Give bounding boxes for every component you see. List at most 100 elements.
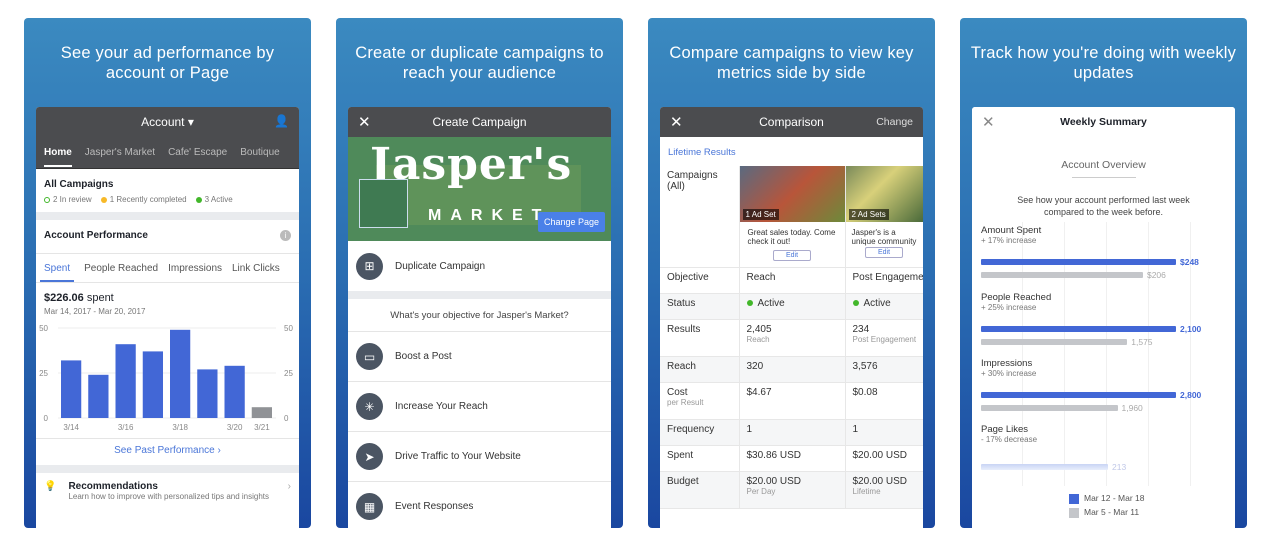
- previous-value: 1,575: [1131, 337, 1153, 347]
- current-value: $248: [1180, 257, 1199, 267]
- user-icon[interactable]: 👤: [274, 114, 289, 128]
- metric-name: People Reached: [981, 292, 1052, 303]
- campaign-card[interactable]: 1 Ad Set Great sales today. Come check it…: [739, 166, 846, 268]
- nav-bar: ✕ Comparison Change: [660, 107, 923, 137]
- objective-question: What's your objective for Jasper's Marke…: [348, 299, 611, 332]
- nav-bar: ✕ Create Campaign: [348, 107, 611, 137]
- previous-value: 1,960: [1121, 403, 1143, 413]
- see-past-performance-link[interactable]: See Past Performance ›: [36, 438, 299, 473]
- tab-spent[interactable]: Spent: [40, 255, 75, 282]
- bar-row: 2,800: [981, 390, 1226, 400]
- bar-row: 1,575: [981, 337, 1226, 347]
- tab-boutique[interactable]: Boutique: [240, 147, 279, 158]
- objective-event-responses[interactable]: ▦ Event Responses: [348, 482, 611, 528]
- campaign-card[interactable]: 2 Ad Sets Jasper's is a unique community …: [845, 166, 923, 268]
- comparison-row: Spent $30.86 USD $20.00 USD: [660, 445, 923, 472]
- tab-people-reached[interactable]: People Reached: [84, 263, 158, 274]
- info-icon[interactable]: i: [280, 230, 291, 241]
- campaign-b-value: $0.08: [845, 382, 923, 420]
- metric-change: + 30% increase: [981, 369, 1037, 378]
- row-label: Frequency: [660, 419, 740, 446]
- headline: Compare campaigns to view key metrics si…: [669, 44, 914, 82]
- comparison-row: Results 2,405 Reach 234 Post Engagement: [660, 319, 923, 357]
- active-dot-icon: [852, 300, 859, 307]
- lifetime-results-link[interactable]: Lifetime Results: [660, 137, 923, 166]
- recommendations-row[interactable]: 💡 Recommendations Learn how to improve wi…: [36, 473, 299, 509]
- edit-button[interactable]: Edit: [864, 247, 904, 258]
- page-cover-banner: Jasper's MARKET Change Page: [348, 137, 611, 241]
- campaigns-row: Campaigns (All) 1 Ad Set Great sales toda…: [660, 166, 923, 268]
- metric-block: Page Likes - 17% decrease 213: [981, 420, 1226, 486]
- duplicate-campaign-row[interactable]: ⊞ Duplicate Campaign: [348, 241, 611, 299]
- change-page-button[interactable]: Change Page: [537, 212, 605, 232]
- intro-text: See how your account performed last week…: [1017, 195, 1190, 217]
- page-tabs: Home Jasper's Market Cafe' Escape Boutiq…: [36, 137, 299, 169]
- nav-title: Comparison: [759, 115, 824, 129]
- dot-icon: [195, 196, 202, 203]
- headline: Create or duplicate campaigns to reach y…: [355, 44, 604, 82]
- recommendations-text: Learn how to improve with personalized t…: [68, 492, 270, 501]
- phone-screen: ✕ Comparison Change Lifetime Results Campa…: [660, 107, 923, 528]
- campaign-b-value: 234 Post Engagement: [845, 319, 923, 357]
- row-label: Campaigns (All): [660, 166, 740, 268]
- tab-impressions[interactable]: Impressions: [168, 263, 222, 274]
- account-dropdown[interactable]: Account ▾: [141, 115, 194, 129]
- status-in-review: 2 In review: [44, 195, 92, 204]
- y-tick-label-right: 25: [284, 369, 293, 378]
- y-tick-label-right: 0: [284, 414, 289, 423]
- comparison-row: Cost per Result $4.67 $0.08: [660, 382, 923, 420]
- row-label: Objective: [660, 267, 740, 294]
- y-tick-label-left: 0: [44, 414, 49, 423]
- lightbulb-icon: 💡: [44, 481, 57, 492]
- campaign-statuses: 2 In review 1 Recently completed 3 Activ…: [44, 195, 291, 204]
- tab-cafe-escape[interactable]: Cafe' Escape: [168, 147, 227, 158]
- bar-3/17: [142, 351, 163, 418]
- objective-increase-reach[interactable]: ✳ Increase Your Reach: [348, 382, 611, 432]
- change-button[interactable]: Change: [876, 116, 913, 128]
- see-past-label[interactable]: See Past Performance ›: [114, 445, 221, 456]
- date-range: Mar 14, 2017 - Mar 20, 2017: [44, 307, 146, 316]
- edit-button[interactable]: Edit: [772, 250, 812, 261]
- tab-link-clicks[interactable]: Link Clicks: [232, 263, 280, 274]
- x-tick-label: 3/21: [254, 423, 270, 432]
- comparison-row: Objective Reach Post Engagement: [660, 267, 923, 294]
- close-icon[interactable]: ✕: [670, 113, 683, 131]
- y-tick-label-right: 50: [284, 324, 293, 333]
- cursor-icon: ➤: [356, 443, 383, 470]
- previous-week-bar: [981, 272, 1143, 278]
- close-icon[interactable]: ✕: [358, 113, 371, 131]
- tab-home[interactable]: Home: [44, 138, 72, 167]
- nav-title: Weekly Summary: [1060, 116, 1147, 128]
- headline: Track how you're doing with weekly updat…: [970, 44, 1237, 82]
- bar-row: 213: [981, 462, 1226, 472]
- tab-jaspers-market[interactable]: Jasper's Market: [85, 147, 155, 158]
- campaign-b-value: $20.00 USD Lifetime: [845, 471, 923, 509]
- legend-label: Mar 12 - Mar 18: [1084, 493, 1145, 503]
- objective-label: Drive Traffic to Your Website: [395, 451, 521, 462]
- objective-boost-post[interactable]: ▭ Boost a Post: [348, 332, 611, 382]
- metric-change: + 25% increase: [981, 303, 1037, 312]
- row-label: Cost per Result: [660, 382, 740, 420]
- spent-bar-chart: 0 0 25 25 50 50 3/14 3/16 3/18 3/20 3/21: [39, 324, 293, 432]
- nav-bar: Account ▾ 👤: [36, 107, 299, 137]
- campaign-a-value: 320: [739, 356, 846, 383]
- metric-name: Page Likes: [981, 424, 1029, 435]
- comparison-table: Campaigns (All) 1 Ad Set Great sales toda…: [660, 166, 923, 509]
- campaign-b-value: $20.00 USD: [845, 445, 923, 472]
- x-tick-label: 3/18: [172, 423, 188, 432]
- phone-screen: Account ▾ 👤 Home Jasper's Market Cafe' E…: [36, 107, 299, 528]
- bar-row: $206: [981, 270, 1226, 280]
- current-week-bar: [981, 259, 1176, 265]
- y-tick-label-left: 25: [39, 369, 48, 378]
- campaign-a-value: 1: [739, 419, 846, 446]
- panel-create-campaign: Create or duplicate campaigns to reach y…: [336, 18, 623, 528]
- objective-drive-traffic[interactable]: ➤ Drive Traffic to Your Website: [348, 432, 611, 482]
- all-campaigns[interactable]: All Campaigns 2 In review 1 Recently com…: [36, 169, 299, 220]
- metric-change: + 17% increase: [981, 236, 1037, 245]
- current-week-bar: [981, 326, 1176, 332]
- metric-block: People Reached + 25% increase 2,100 1,575: [981, 288, 1226, 354]
- bar-3/21: [251, 407, 272, 418]
- nav-title: Create Campaign: [432, 115, 527, 129]
- close-icon[interactable]: ✕: [982, 113, 995, 131]
- campaign-image: 2 Ad Sets: [845, 166, 922, 222]
